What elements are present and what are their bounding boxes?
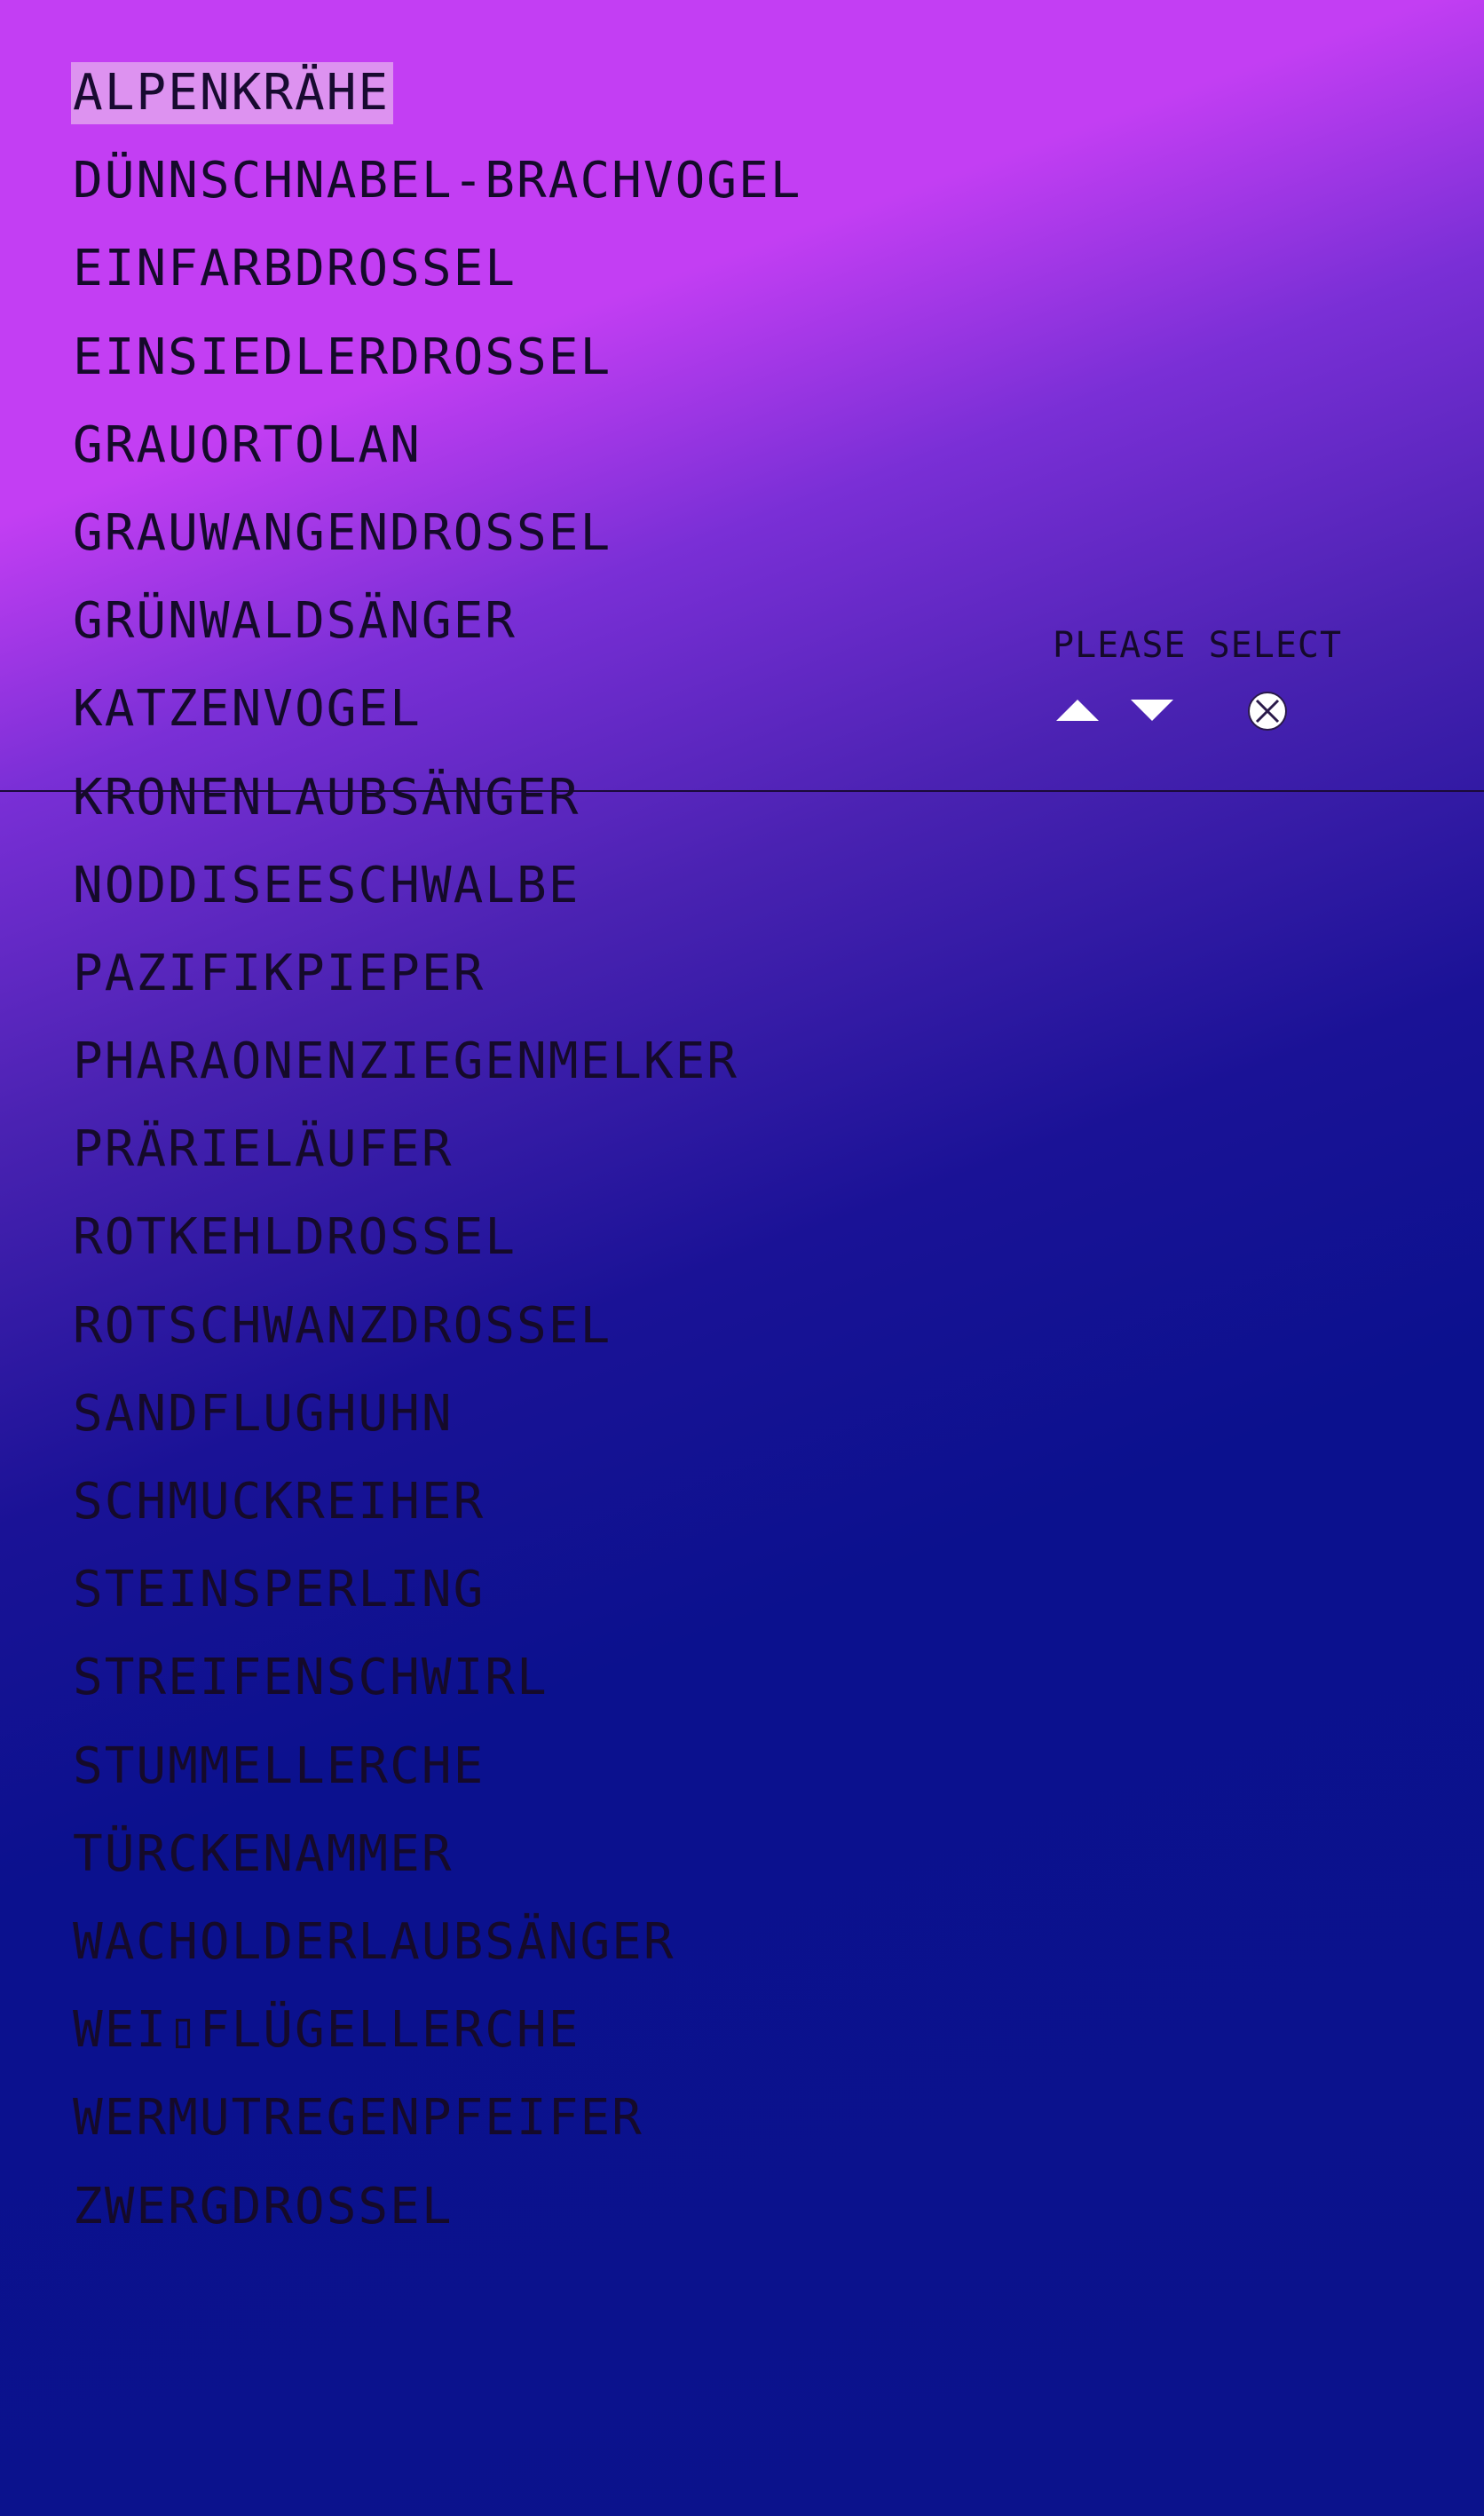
- list-item[interactable]: DÜNNSCHNABEL-BRACHVOGEL: [71, 150, 805, 238]
- list-item-label: STUMMELLERCHE: [73, 1737, 485, 1795]
- close-button[interactable]: [1243, 691, 1292, 732]
- list-item[interactable]: TÜRCKENAMMER: [71, 1824, 805, 1911]
- list-item[interactable]: WACHOLDERLAUBSÄNGER: [71, 1911, 805, 1999]
- list-item[interactable]: KATZENVOGEL: [71, 678, 805, 766]
- list-item-label: STEINSPERLING: [73, 1561, 485, 1619]
- triangle-up-icon: [1056, 700, 1099, 721]
- list-item-label: GRAUWANGENDROSSEL: [73, 503, 612, 562]
- list-item-label: ALPENKRÄHE: [71, 62, 394, 124]
- list-item-label: ROTSCHWANZDROSSEL: [73, 1296, 612, 1355]
- list-item-label: NODDISEESCHWALBE: [73, 856, 580, 914]
- list-item-label: KRONENLAUBSÄNGER: [73, 768, 580, 827]
- list-item[interactable]: PAZIFIKPIEPER: [71, 943, 805, 1031]
- list-item-label: GRÜNWALDSÄNGER: [73, 592, 517, 651]
- list-item[interactable]: ALPENKRÄHE: [71, 62, 805, 150]
- list-item-label: KATZENVOGEL: [73, 680, 422, 739]
- scroll-down-button[interactable]: [1127, 691, 1177, 732]
- list-item-label: WEI▯FLÜGELLERCHE: [73, 2001, 580, 2060]
- list-item[interactable]: GRAUWANGENDROSSEL: [71, 502, 805, 590]
- list-item-label: STREIFENSCHWIRL: [73, 1649, 549, 1707]
- list-item[interactable]: WEI▯FLÜGELLERCHE: [71, 1999, 805, 2087]
- list-item[interactable]: NODDISEESCHWALBE: [71, 855, 805, 943]
- list-item-label: EINSIEDLERDROSSEL: [73, 328, 612, 386]
- bird-list: ALPENKRÄHE DÜNNSCHNABEL-BRACHVOGEL EINFA…: [71, 62, 805, 2264]
- list-item-label: DÜNNSCHNABEL-BRACHVOGEL: [73, 152, 802, 210]
- list-item-label: ZWERGDROSSEL: [73, 2177, 454, 2235]
- list-item[interactable]: ZWERGDROSSEL: [71, 2176, 805, 2264]
- list-item[interactable]: ROTSCHWANZDROSSEL: [71, 1295, 805, 1383]
- list-item[interactable]: EINSIEDLERDROSSEL: [71, 327, 805, 415]
- selection-controls: [1053, 691, 1319, 735]
- list-item-label: SANDFLUGHUHN: [73, 1384, 454, 1443]
- list-item[interactable]: EINFARBDROSSEL: [71, 238, 805, 326]
- list-item[interactable]: STUMMELLERCHE: [71, 1736, 805, 1824]
- list-item[interactable]: STREIFENSCHWIRL: [71, 1647, 805, 1735]
- list-item-label: EINFARBDROSSEL: [73, 240, 517, 298]
- list-item[interactable]: ROTKEHLDROSSEL: [71, 1207, 805, 1294]
- list-item-label: GRAUORTOLAN: [73, 415, 422, 474]
- list-item-label: PAZIFIKPIEPER: [73, 944, 485, 1002]
- list-item[interactable]: SCHMUCKREIHER: [71, 1471, 805, 1559]
- list-item-label: ROTKEHLDROSSEL: [73, 1208, 517, 1267]
- list-item[interactable]: KRONENLAUBSÄNGER: [71, 767, 805, 855]
- list-item[interactable]: PHARAONENZIEGENMELKER: [71, 1031, 805, 1119]
- list-item[interactable]: SANDFLUGHUHN: [71, 1383, 805, 1471]
- list-item-label: WACHOLDERLAUBSÄNGER: [73, 1912, 675, 1971]
- list-item[interactable]: GRAUORTOLAN: [71, 415, 805, 502]
- list-item-label: WERMUTREGENPFEIFER: [73, 2089, 643, 2148]
- list-item[interactable]: STEINSPERLING: [71, 1559, 805, 1647]
- scroll-up-button[interactable]: [1053, 691, 1102, 732]
- triangle-down-icon: [1131, 700, 1173, 721]
- list-item-label: PHARAONENZIEGENMELKER: [73, 1033, 739, 1091]
- list-item[interactable]: WERMUTREGENPFEIFER: [71, 2087, 805, 2175]
- please-select-prompt: PLEASE SELECT: [1053, 625, 1343, 666]
- list-item[interactable]: GRÜNWALDSÄNGER: [71, 590, 805, 678]
- list-item-label: TÜRCKENAMMER: [73, 1824, 454, 1883]
- list-item[interactable]: PRÄRIELÄUFER: [71, 1119, 805, 1207]
- close-circle-icon: [1248, 692, 1287, 731]
- list-item-label: SCHMUCKREIHER: [73, 1473, 485, 1531]
- list-item-label: PRÄRIELÄUFER: [73, 1120, 454, 1179]
